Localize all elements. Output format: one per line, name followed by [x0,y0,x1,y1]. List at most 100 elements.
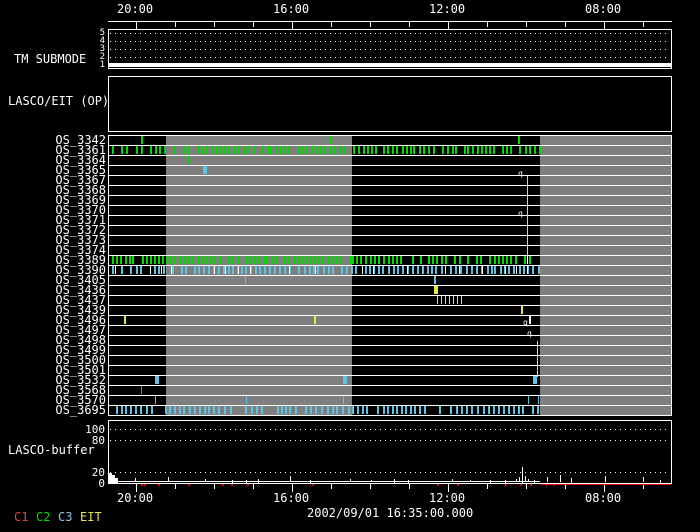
event-tick-g [445,256,447,264]
flag-glyph: q [527,329,532,338]
event-tick-g [387,146,389,154]
event-tick-c [503,406,505,414]
event-tick-w [214,266,215,274]
event-tick-w [289,266,290,274]
plot-screen: TM SUBMODE LASCO/EIT (OP) LASCO-buffer 2… [0,0,700,532]
event-tick-g [183,146,185,154]
buffer-spike [643,477,644,482]
row-separator [109,205,671,206]
event-tick-c [377,406,379,414]
event-tick-y [457,296,458,304]
row-separator [109,295,671,296]
buffer-red-tick [457,484,459,486]
event-tick-g [502,146,504,154]
event-tick-g [371,146,373,154]
buffer-spike [232,480,233,483]
event-tick-c [121,406,123,414]
event-tick-c [135,406,137,414]
top-axis-tick [409,22,410,27]
event-tick-c [412,266,414,274]
event-tick-g [311,146,313,154]
row-separator [109,275,671,276]
top-time-label: 20:00 [117,2,154,16]
event-tick-y [434,286,438,294]
event-tick-g [310,256,312,264]
event-tick-c [513,266,515,274]
event-tick-g [201,146,203,154]
event-tick-c [466,266,468,274]
event-tick-g [250,256,252,264]
event-tick-c [284,266,286,274]
row-separator [109,235,671,236]
event-tick-c [519,266,521,274]
buffer-red-tick [247,484,249,486]
event-tick-c [261,406,263,414]
buffer-spike [571,478,572,483]
buffer-spike [205,479,206,482]
row-separator [109,155,671,156]
event-tick-c [169,406,171,414]
lasco-eit-panel [108,76,672,132]
event-tick-g [436,256,438,264]
event-tick-c [163,266,165,274]
event-tick-g [392,146,394,154]
row-label: OS_3695 [55,403,106,417]
event-tick-c [158,266,160,274]
event-tick-w [315,266,316,274]
event-tick-g [150,146,152,154]
event-tick-g [262,146,264,154]
event-tick-c [427,266,429,274]
event-tick-g [340,256,342,264]
event-tick-g [518,136,520,144]
event-tick-c [396,406,398,414]
bottom-time-label: 08:00 [585,491,622,505]
event-tick-g [525,146,527,154]
event-tick-y [449,296,450,304]
event-tick-g [510,256,512,264]
event-tick-g [493,146,495,154]
event-tick-g [327,256,329,264]
event-tick-g [330,136,332,144]
event-tick-g [112,256,114,264]
event-tick-g [188,156,190,164]
event-tick-c [532,406,534,414]
event-tick-c [289,406,291,414]
event-tick-c [343,376,347,384]
event-tick-g [266,256,268,264]
event-tick-c [155,376,159,384]
datestamp: 2002/09/01 16:35:00.000 [307,506,474,520]
event-tick-c [508,406,510,414]
tm-dotted-gridline [110,49,670,50]
top-axis-tick [331,22,332,27]
tm-submode-label: TM SUBMODE [14,52,87,66]
event-tick-g [258,256,260,264]
event-tick-c [181,266,183,274]
event-tick-c [500,266,502,274]
event-tick-c [471,266,473,274]
event-tick-g [402,146,404,154]
event-tick-g [125,256,127,264]
top-axis-tick [604,22,605,30]
event-tick-g [126,146,128,154]
event-tick-g [271,256,273,264]
row-separator [109,375,671,376]
row-separator [109,305,671,306]
event-tick-g [227,256,229,264]
event-tick-g [454,256,456,264]
event-tick-g [233,146,235,154]
buffer-dotted-gridline [110,429,670,430]
event-tick-c [498,406,500,414]
buffer-spike [519,477,520,482]
event-tick-c [179,406,181,414]
row-separator [109,345,671,346]
top-axis-tick [175,22,176,27]
event-tick-c [424,406,426,414]
event-tick-y [314,316,316,324]
buffer-spike [605,476,606,482]
row-separator [109,245,671,246]
event-tick-g [442,146,444,154]
event-tick-c [224,406,226,414]
event-tick-c [198,266,200,274]
bottom-axis-tick [487,484,488,489]
event-tick-g [306,256,308,264]
